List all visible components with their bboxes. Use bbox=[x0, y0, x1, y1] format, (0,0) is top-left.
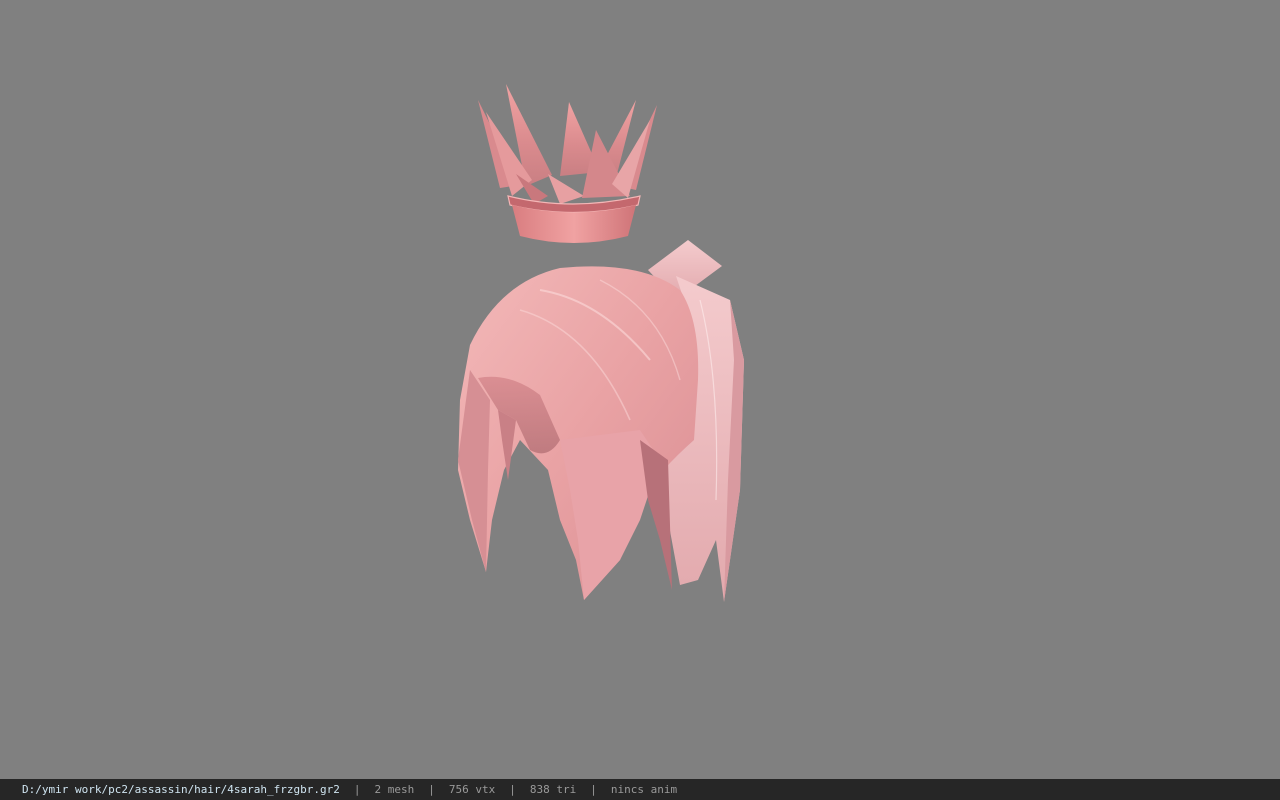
triangle-count: 838 tri bbox=[529, 783, 577, 796]
file-path: D:/ymir work/pc2/assassin/hair/4sarah_fr… bbox=[22, 783, 340, 796]
mesh-count: 2 mesh bbox=[374, 783, 415, 796]
vertex-count: 756 vtx bbox=[448, 783, 496, 796]
crown-mesh bbox=[478, 84, 657, 243]
separator: | bbox=[590, 783, 597, 796]
model-render[interactable] bbox=[0, 0, 1280, 779]
separator: | bbox=[509, 783, 516, 796]
status-bar: D:/ymir work/pc2/assassin/hair/4sarah_fr… bbox=[0, 779, 1280, 800]
hair-mesh bbox=[458, 240, 744, 602]
hair-cap bbox=[458, 266, 699, 600]
hair-strand bbox=[640, 440, 672, 590]
3d-viewport[interactable] bbox=[0, 0, 1280, 779]
crown-spike bbox=[548, 174, 584, 204]
separator: | bbox=[428, 783, 435, 796]
separator: | bbox=[353, 783, 361, 796]
animation-status: nincs anim bbox=[610, 783, 678, 796]
